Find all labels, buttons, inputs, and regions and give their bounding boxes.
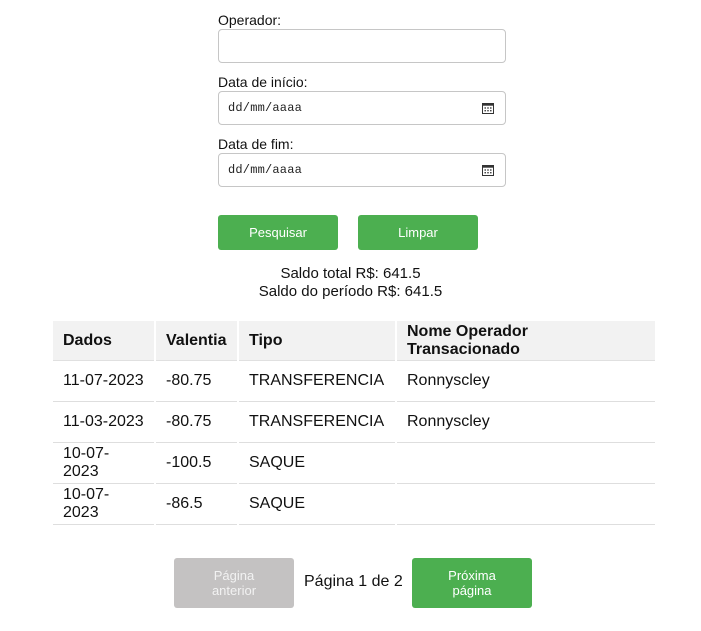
cell-value: -80.75 bbox=[156, 361, 237, 402]
next-page-label-2: página bbox=[452, 583, 492, 598]
cell-type: SAQUE bbox=[239, 484, 395, 525]
table-row: 11-07-2023 -80.75 TRANSFERENCIA Ronnyscl… bbox=[53, 361, 655, 402]
cell-value: -86.5 bbox=[156, 484, 237, 525]
header-tipo: Tipo bbox=[239, 321, 395, 361]
cell-value: -80.75 bbox=[156, 402, 237, 443]
operator-input[interactable] bbox=[219, 30, 505, 62]
header-operador: Nome Operador Transacionado bbox=[397, 321, 655, 361]
operator-label: Operador: bbox=[218, 12, 282, 28]
end-date-value: dd/mm/aaaa bbox=[228, 163, 303, 177]
cell-date: 10-07-2023 bbox=[53, 443, 154, 484]
cell-date: 11-03-2023 bbox=[53, 402, 154, 443]
filter-form: Operador: Data de início: dd/mm/aaaa Dat… bbox=[218, 12, 506, 187]
table-row: 10-07-2023 -100.5 SAQUE bbox=[53, 443, 655, 484]
next-page-button[interactable]: Próxima página bbox=[412, 558, 532, 608]
operator-field[interactable] bbox=[218, 29, 506, 63]
cell-date: 11-07-2023 bbox=[53, 361, 154, 402]
cell-type: TRANSFERENCIA bbox=[239, 361, 395, 402]
cell-operator: Ronnyscley bbox=[397, 402, 655, 443]
search-button[interactable]: Pesquisar bbox=[218, 215, 338, 250]
calendar-icon[interactable] bbox=[482, 102, 494, 114]
cell-type: SAQUE bbox=[239, 443, 395, 484]
previous-page-button[interactable]: Página anterior bbox=[174, 558, 294, 608]
period-balance: Saldo do período R$: 641.5 bbox=[258, 283, 443, 300]
start-date-input[interactable]: dd/mm/aaaa bbox=[218, 91, 506, 125]
cell-operator bbox=[397, 484, 655, 525]
cell-date: 10-07-2023 bbox=[53, 484, 154, 525]
transactions-page: Operador: Data de início: dd/mm/aaaa Dat… bbox=[0, 0, 701, 631]
transactions-table: Dados Valentia Tipo Nome Operador Transa… bbox=[51, 321, 657, 525]
header-valentia: Valentia bbox=[156, 321, 237, 361]
cell-type: TRANSFERENCIA bbox=[239, 402, 395, 443]
cell-operator bbox=[397, 443, 655, 484]
previous-page-label-1: Página bbox=[213, 568, 255, 583]
start-date-value: dd/mm/aaaa bbox=[228, 101, 303, 115]
table-header-row: Dados Valentia Tipo Nome Operador Transa… bbox=[53, 321, 655, 361]
next-page-label-1: Próxima bbox=[448, 568, 496, 583]
cell-value: -100.5 bbox=[156, 443, 237, 484]
start-date-label: Data de início: bbox=[218, 74, 308, 90]
cell-operator: Ronnyscley bbox=[397, 361, 655, 402]
end-date-input[interactable]: dd/mm/aaaa bbox=[218, 153, 506, 187]
end-date-label: Data de fim: bbox=[218, 136, 294, 152]
clear-button[interactable]: Limpar bbox=[358, 215, 478, 250]
table-row: 10-07-2023 -86.5 SAQUE bbox=[53, 484, 655, 525]
previous-page-label-2: anterior bbox=[211, 583, 257, 598]
calendar-icon[interactable] bbox=[482, 164, 494, 176]
table-row: 11-03-2023 -80.75 TRANSFERENCIA Ronnyscl… bbox=[53, 402, 655, 443]
header-dados: Dados bbox=[53, 321, 154, 361]
total-balance: Saldo total R$: 641.5 bbox=[280, 265, 421, 282]
page-indicator: Página 1 de 2 bbox=[304, 573, 403, 590]
